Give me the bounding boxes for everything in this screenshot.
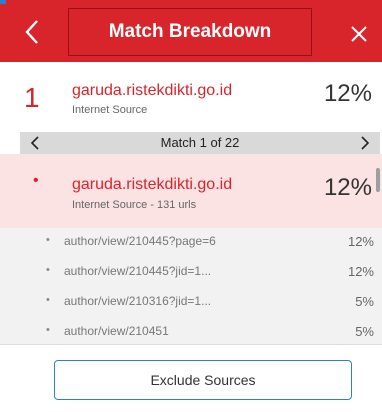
url-percent: 5%: [355, 294, 374, 309]
divider: [0, 344, 382, 345]
source-name: garuda.ristekdikti.go.id: [72, 82, 233, 99]
url-list: • author/view/210445?page=6 12% • author…: [0, 228, 382, 344]
close-button[interactable]: [336, 10, 382, 58]
highlighted-source-subtitle: Internet Source - 131 urls: [72, 199, 197, 211]
header-accent: [0, 0, 6, 4]
highlighted-source-percent: 12%: [323, 174, 372, 201]
header-bar: Match Breakdown: [0, 0, 382, 62]
chevron-right-icon: [361, 136, 370, 150]
url-list-item[interactable]: • author/view/210316?jid=1... 5%: [0, 288, 382, 314]
url-list-item[interactable]: • author/view/210445?jid=1... 12%: [0, 258, 382, 284]
page-title: Match Breakdown: [68, 8, 312, 56]
chevron-left-icon: [25, 20, 38, 44]
exclude-sources-label: Exclude Sources: [150, 372, 256, 388]
highlighted-source[interactable]: • garuda.ristekdikti.go.id Internet Sour…: [0, 154, 382, 228]
close-icon: [351, 26, 367, 42]
back-button[interactable]: [10, 10, 54, 54]
source-percent: 12%: [323, 80, 372, 107]
exclude-sources-button[interactable]: Exclude Sources: [54, 360, 352, 400]
source-number: 1: [24, 82, 40, 113]
bullet-icon: •: [46, 264, 50, 276]
match-navigator: Match 1 of 22: [20, 132, 380, 154]
page-title-text: Match Breakdown: [108, 21, 272, 42]
url-text: author/view/210445?jid=1...: [64, 264, 212, 278]
highlighted-source-name: garuda.ristekdikti.go.id: [72, 176, 233, 193]
bullet-icon: •: [46, 324, 50, 336]
bullet-icon: •: [46, 234, 50, 246]
url-text: author/view/210445?page=6: [64, 234, 216, 248]
next-match-button[interactable]: [350, 132, 380, 154]
url-percent: 12%: [347, 264, 374, 279]
url-percent: 12%: [347, 234, 374, 249]
match-counter: Match 1 of 22: [160, 135, 240, 150]
url-text: author/view/210316?jid=1...: [64, 294, 212, 308]
source-summary: 1 garuda.ristekdikti.go.id Internet Sour…: [0, 62, 382, 128]
bullet-icon: •: [33, 172, 39, 189]
url-list-item[interactable]: • author/view/210451 5%: [0, 318, 382, 344]
bullet-icon: •: [46, 294, 50, 306]
url-text: author/view/210451: [64, 324, 169, 338]
url-percent: 5%: [355, 324, 374, 339]
scrollbar[interactable]: [376, 168, 380, 192]
url-list-item[interactable]: • author/view/210445?page=6 12%: [0, 228, 382, 254]
source-type: Internet Source: [72, 104, 148, 116]
